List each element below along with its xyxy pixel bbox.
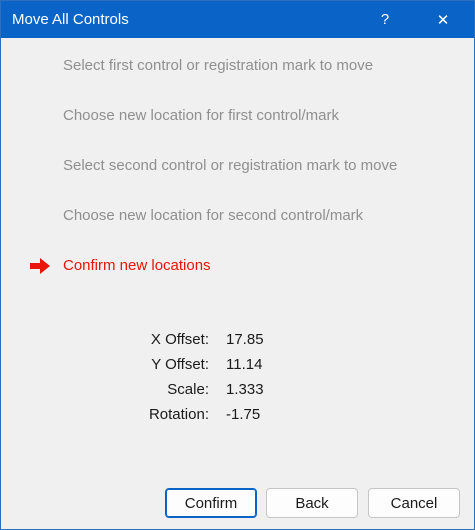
red-arrow-icon	[30, 258, 50, 274]
help-icon: ?	[380, 11, 390, 28]
scale-row: Scale: 1.333	[121, 381, 381, 406]
rotation-row: Rotation: -1.75	[121, 406, 381, 431]
title-bar: Move All Controls ? ✕	[1, 1, 474, 38]
dialog-title: Move All Controls	[12, 11, 129, 28]
y-offset-label: Y Offset:	[151, 356, 209, 373]
move-all-controls-dialog: Move All Controls ? ✕ Select first contr…	[0, 0, 475, 530]
close-button[interactable]: ✕	[420, 1, 466, 38]
step-4-locate-second: Choose new location for second control/m…	[63, 207, 364, 224]
back-button[interactable]: Back	[266, 488, 358, 518]
transform-stats: X Offset: 17.85 Y Offset: 11.14 Scale: 1…	[121, 331, 381, 431]
step-2-locate-first: Choose new location for first control/ma…	[63, 107, 339, 124]
y-offset-value: 11.14	[226, 356, 263, 373]
cancel-button[interactable]: Cancel	[368, 488, 460, 518]
rotation-label: Rotation:	[148, 406, 209, 423]
scale-label: Scale:	[167, 381, 209, 398]
x-offset-row: X Offset: 17.85	[121, 331, 381, 356]
y-offset-row: Y Offset: 11.14	[121, 356, 381, 381]
close-icon: ✕	[436, 11, 450, 29]
x-offset-value: 17.85	[226, 331, 264, 348]
step-1-select-first: Select first control or registration mar…	[63, 57, 374, 74]
step-5-confirm-locations: Confirm new locations	[63, 257, 211, 274]
scale-value: 1.333	[226, 381, 264, 398]
rotation-value: -1.75	[226, 406, 261, 423]
confirm-button[interactable]: Confirm	[165, 488, 257, 518]
help-button[interactable]: ?	[362, 1, 408, 38]
step-3-select-second: Select second control or registration ma…	[63, 157, 398, 174]
x-offset-label: X Offset:	[150, 331, 209, 348]
